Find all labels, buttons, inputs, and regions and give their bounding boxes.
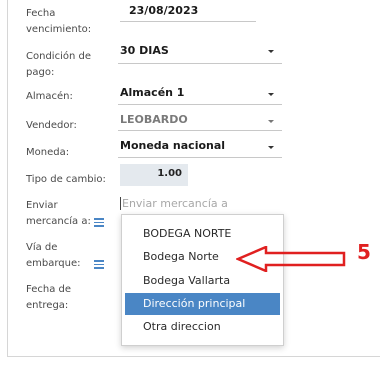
vendedor-chevron-down-icon[interactable]: [268, 120, 274, 123]
almacen-chevron-down-icon[interactable]: [268, 93, 274, 96]
condicion-pago-label: Condición de pago:: [26, 49, 91, 81]
moneda-label: Moneda:: [26, 147, 70, 158]
form-frame-bottom-border: [7, 356, 380, 357]
dropdown-option-bodega-norte-upper[interactable]: BODEGA NORTE: [125, 223, 280, 245]
enviar-mercancia-list-icon[interactable]: [94, 218, 104, 227]
tipo-cambio-label: Tipo de cambio:: [26, 174, 106, 185]
fecha-vencimiento-underline: [120, 21, 256, 22]
fecha-entrega-label: Fecha de entrega:: [26, 282, 71, 314]
condicion-pago-label-line1: Condición de: [26, 51, 91, 62]
vendedor-select[interactable]: LEOBARDO: [120, 113, 188, 127]
via-embarque-label-line2: embarque:: [26, 258, 81, 269]
annotation-arrow-icon: [236, 246, 346, 272]
fecha-entrega-label-line1: Fecha de: [26, 284, 71, 295]
via-embarque-label: Vía de embarque:: [26, 240, 81, 272]
fecha-vencimiento-label: Fecha vencimiento:: [26, 6, 91, 38]
via-embarque-label-line1: Vía de: [26, 242, 58, 253]
condicion-pago-chevron-down-icon[interactable]: [268, 50, 274, 53]
fecha-vencimiento-label-line2: vencimiento:: [26, 24, 92, 35]
enviar-mercancia-placeholder: Enviar mercancía a: [122, 197, 228, 210]
tipo-cambio-input[interactable]: 1.00: [120, 164, 188, 186]
almacen-underline: [118, 104, 282, 105]
moneda-select[interactable]: Moneda nacional: [120, 139, 225, 153]
moneda-underline: [118, 157, 282, 158]
dropdown-option-direccion-principal[interactable]: Dirección principal: [125, 293, 280, 315]
tipo-cambio-value: 1.00: [157, 168, 182, 179]
condicion-pago-select[interactable]: 30 DIAS: [120, 44, 169, 58]
fecha-entrega-label-line2: entrega:: [26, 300, 69, 311]
via-embarque-list-icon[interactable]: [94, 260, 104, 269]
dropdown-option-otra-direccion[interactable]: Otra direccion: [125, 316, 280, 338]
fecha-vencimiento-label-line1: Fecha: [26, 8, 56, 19]
vendedor-underline: [118, 130, 282, 131]
vendedor-label: Vendedor:: [26, 120, 77, 131]
enviar-mercancia-label-line2: mercancía a:: [26, 216, 91, 227]
text-cursor: [120, 197, 121, 210]
moneda-chevron-down-icon[interactable]: [268, 146, 274, 149]
condicion-pago-underline: [118, 63, 282, 64]
almacen-label: Almacén:: [26, 91, 73, 102]
form-frame-left-border: [7, 0, 8, 357]
enviar-mercancia-input[interactable]: Enviar mercancía a: [118, 195, 282, 213]
fecha-vencimiento-field[interactable]: 23/08/2023: [129, 4, 198, 18]
annotation-number: 5: [357, 240, 371, 264]
dropdown-option-bodega-vallarta[interactable]: Bodega Vallarta: [125, 270, 280, 292]
almacen-select[interactable]: Almacén 1: [120, 86, 184, 100]
condicion-pago-label-line2: pago:: [26, 67, 55, 78]
enviar-mercancia-dropdown: BODEGA NORTE Bodega Norte Bodega Vallart…: [121, 214, 284, 346]
enviar-mercancia-label: Enviar mercancía a:: [26, 198, 91, 230]
enviar-mercancia-label-line1: Enviar: [26, 200, 58, 211]
